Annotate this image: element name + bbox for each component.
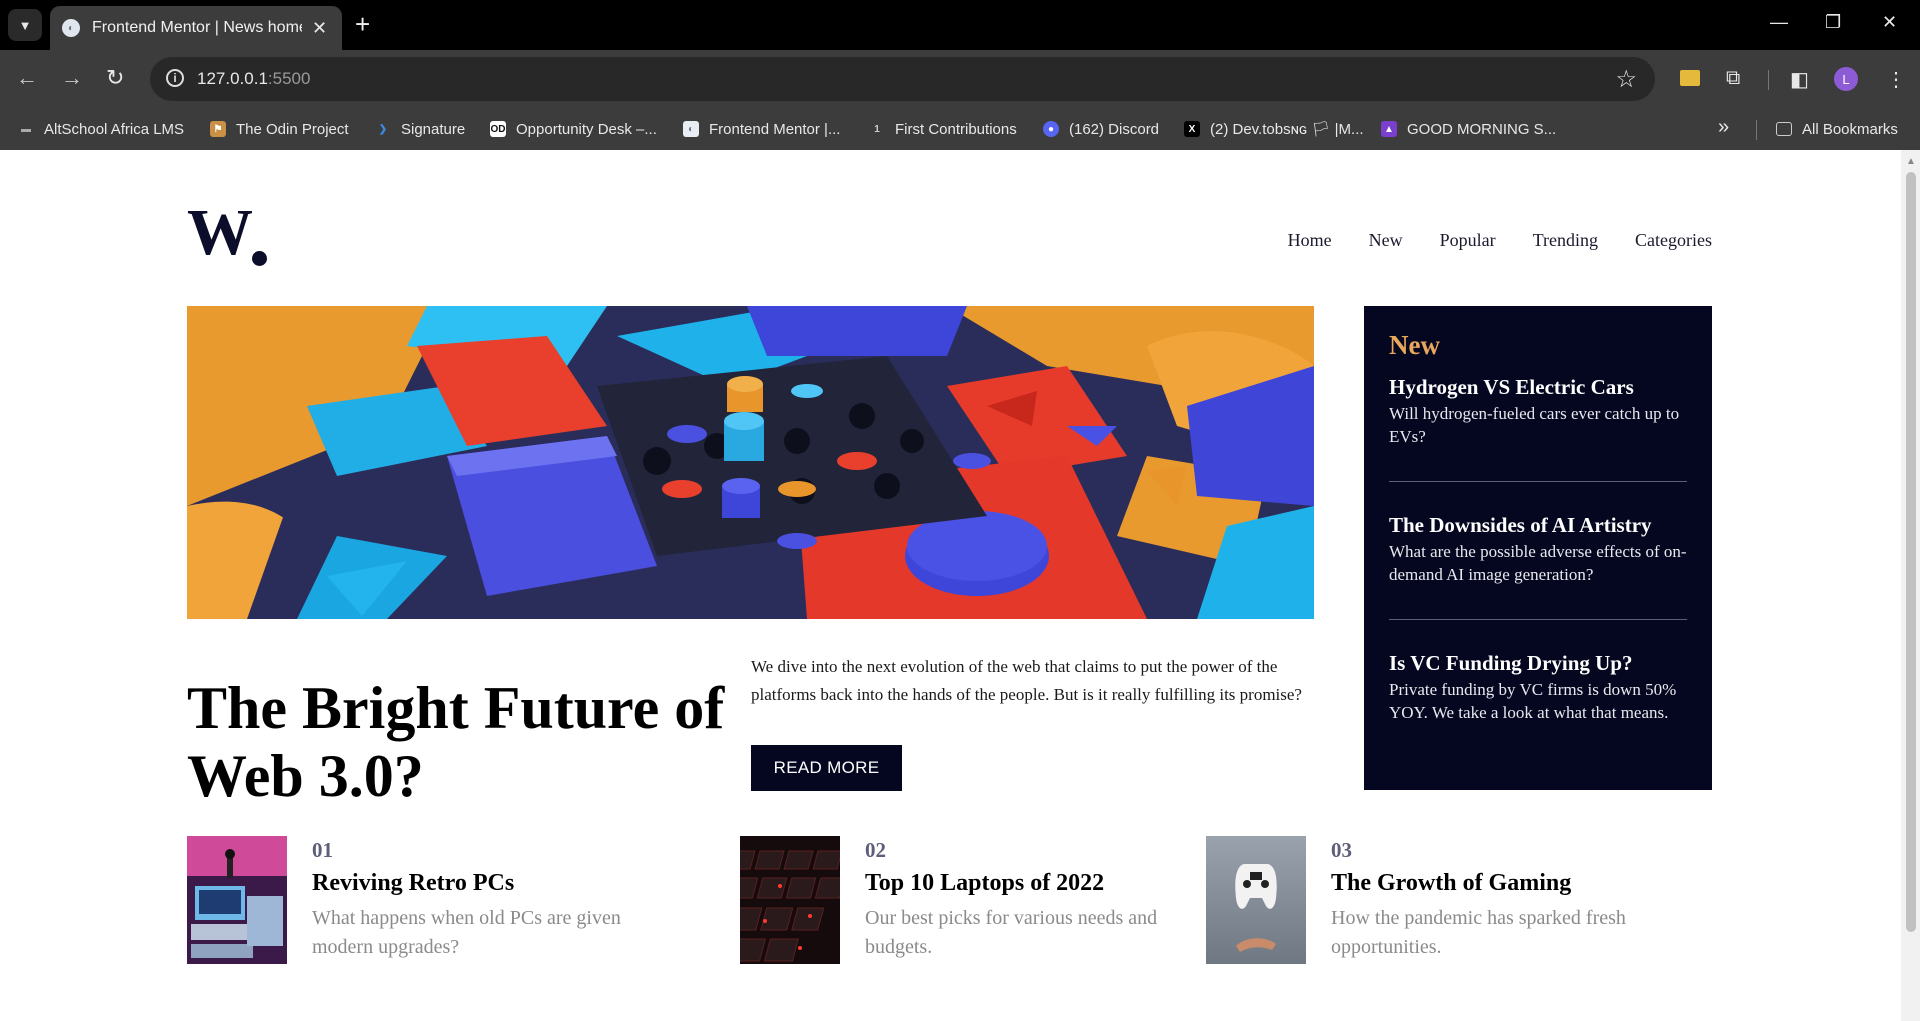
new-item-desc: What are the possible adverse effects of… (1389, 542, 1687, 584)
nav-link-popular[interactable]: Popular (1440, 230, 1496, 251)
hero-headline: The Bright Future of Web 3.0? (187, 675, 725, 810)
bookmark-item[interactable]: 1 First Contributions (869, 118, 1017, 140)
bookmark-item[interactable]: ▲ GOOD MORNING S... (1381, 118, 1556, 140)
logo-dot (252, 251, 267, 266)
nav-link-home[interactable]: Home (1288, 230, 1332, 251)
address-url: 127.0.0.1:5500 (197, 69, 311, 88)
od-icon: OD (490, 121, 506, 137)
odin-icon: ⚑ (210, 121, 226, 137)
bookmark-star-icon[interactable]: ☆ (1615, 65, 1637, 94)
card-number: 03 (1331, 838, 1352, 862)
bookmark-item[interactable]: OD Opportunity Desk –... (490, 118, 657, 140)
scroll-thumb[interactable] (1906, 172, 1916, 932)
folder-icon (1776, 122, 1792, 136)
site-info-icon[interactable]: i (166, 69, 184, 87)
card-title[interactable]: Top 10 Laptops of 2022 (865, 870, 1205, 897)
card-number: 02 (865, 838, 886, 862)
divider (1389, 619, 1687, 620)
toolbar-separator (1768, 70, 1769, 90)
read-more-button[interactable]: READ MORE (751, 745, 902, 791)
bookmark-item[interactable]: X (2) Dev.tobsɴɢ 🏳 |M... (1184, 118, 1364, 140)
tab-favicon-icon: ◐ (62, 19, 80, 37)
tab-title: Frontend Mentor | News homep (92, 19, 302, 36)
card-title[interactable]: Reviving Retro PCs (312, 870, 652, 897)
new-tab-button[interactable]: + (355, 10, 370, 38)
retro-pc-thumbnail[interactable] (187, 836, 287, 964)
game-controller-thumbnail[interactable] (1206, 836, 1306, 964)
side-panel-icon[interactable]: ◧ (1790, 67, 1809, 92)
minimize-icon[interactable]: — (1770, 12, 1788, 33)
card-number: 01 (312, 838, 333, 862)
browser-toolbar: ← → ↻ i 127.0.0.1:5500 ☆ ⧉ ◧ L ⋮ (0, 50, 1920, 108)
bookmark-item[interactable]: ❯ Signature (375, 118, 465, 140)
tab-search-button[interactable]: ▼ (8, 9, 42, 41)
close-icon[interactable]: ✕ (312, 18, 327, 39)
card-title[interactable]: The Growth of Gaming (1331, 870, 1671, 897)
bookmarks-overflow-icon[interactable]: » (1718, 116, 1729, 139)
new-item-title[interactable]: The Downsides of AI Artistry (1389, 512, 1687, 538)
bookmark-item[interactable]: ▬ AltSchool Africa LMS (18, 118, 184, 140)
forward-arrow-icon[interactable]: → (61, 66, 83, 90)
divider (1389, 481, 1687, 482)
restore-icon[interactable]: ❐ (1825, 12, 1841, 33)
bookmark-item[interactable]: ◐ Frontend Mentor |... (683, 118, 840, 140)
bookmarks-separator (1756, 120, 1757, 140)
reload-icon[interactable]: ↻ (106, 66, 124, 90)
site-logo[interactable]: W (187, 198, 253, 268)
first-contributions-icon: 1 (874, 123, 880, 135)
article-card[interactable]: 02 Top 10 Laptops of 2022 Our best picks… (740, 836, 1220, 964)
new-item[interactable]: The Downsides of AI Artistry What are th… (1389, 512, 1687, 586)
nav-link-trending[interactable]: Trending (1533, 230, 1598, 251)
browser-tab-bar: ▼ ◐ Frontend Mentor | News homep ✕ + — ❐… (0, 0, 1920, 50)
menu-kebab-icon[interactable]: ⋮ (1886, 67, 1906, 92)
new-item[interactable]: Hydrogen VS Electric Cars Will hydrogen-… (1389, 374, 1687, 448)
new-articles-panel: New Hydrogen VS Electric Cars Will hydro… (1364, 306, 1712, 790)
card-desc: How the pandemic has sparked fresh oppor… (1331, 907, 1626, 958)
signature-icon: ❯ (378, 123, 388, 135)
new-item-desc: Will hydrogen-fueled cars ever catch up … (1389, 404, 1680, 446)
card-desc: Our best picks for various needs and bud… (865, 907, 1158, 958)
bookmark-item[interactable]: ● (162) Discord (1043, 118, 1159, 140)
person-icon: ▲ (1381, 121, 1397, 137)
nav-link-new[interactable]: New (1369, 230, 1403, 251)
discord-icon: ● (1043, 121, 1059, 137)
all-bookmarks-button[interactable]: All Bookmarks (1776, 118, 1898, 140)
browser-tab-active[interactable]: ◐ Frontend Mentor | News homep ✕ (50, 6, 342, 50)
chevron-down-icon: ▼ (18, 17, 32, 33)
article-card[interactable]: 03 The Growth of Gaming How the pandemic… (1206, 836, 1706, 964)
page-viewport: W Home New Popular Trending Categories T… (0, 150, 1901, 1021)
new-item-title[interactable]: Is VC Funding Drying Up? (1389, 650, 1687, 676)
new-panel-heading: New (1389, 330, 1440, 360)
new-item[interactable]: Is VC Funding Drying Up? Private funding… (1389, 650, 1687, 724)
card-desc: What happens when old PCs are given mode… (312, 907, 621, 958)
new-item-desc: Private funding by VC firms is down 50% … (1389, 680, 1677, 722)
extensions-puzzle-icon[interactable]: ⧉ (1726, 67, 1740, 90)
frontend-mentor-icon: ◐ (683, 121, 699, 137)
back-arrow-icon[interactable]: ← (16, 66, 38, 90)
laptop-keyboard-thumbnail[interactable] (740, 836, 840, 964)
scroll-up-arrow-icon[interactable]: ▲ (1906, 156, 1916, 167)
window-close-icon[interactable]: ✕ (1882, 12, 1897, 33)
folder-icon: ▬ (21, 123, 31, 135)
profile-avatar[interactable]: L (1834, 67, 1858, 91)
extension-icon[interactable] (1680, 70, 1700, 86)
hero-lede: We dive into the next evolution of the w… (751, 657, 1302, 704)
bookmark-item[interactable]: ⚑ The Odin Project (210, 118, 349, 140)
hero-image (187, 306, 1314, 619)
new-item-title[interactable]: Hydrogen VS Electric Cars (1389, 374, 1687, 400)
article-card[interactable]: 01 Reviving Retro PCs What happens when … (187, 836, 687, 964)
bookmarks-bar: ▬ AltSchool Africa LMS ⚑ The Odin Projec… (0, 108, 1920, 150)
address-bar[interactable]: i 127.0.0.1:5500 ☆ (150, 57, 1655, 101)
nav-link-categories[interactable]: Categories (1635, 230, 1712, 251)
x-icon: X (1184, 121, 1200, 137)
page-scrollbar[interactable]: ▲ (1901, 150, 1920, 1021)
main-nav: Home New Popular Trending Categories (1288, 230, 1712, 251)
